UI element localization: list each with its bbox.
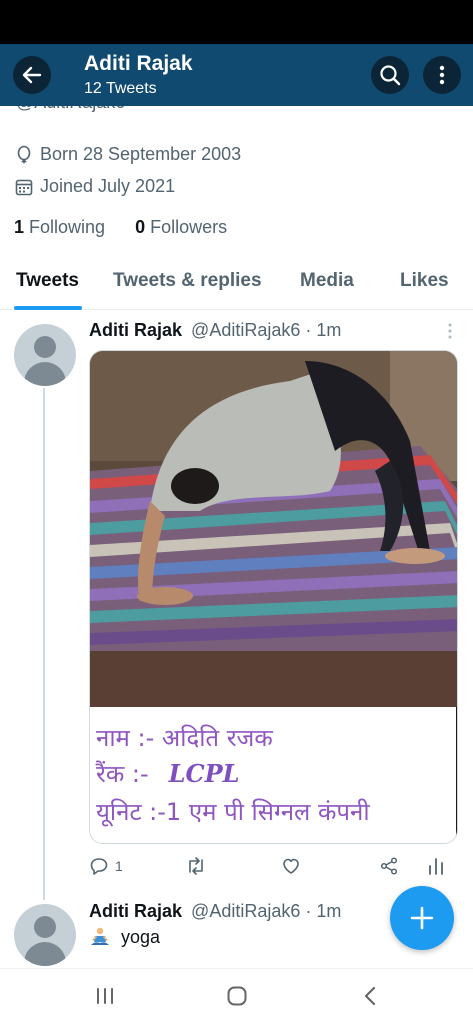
followers-label: Followers — [150, 217, 228, 237]
reply-count: 1 — [115, 858, 123, 874]
person-in-lotus-position-icon — [91, 927, 109, 945]
plus-icon — [410, 906, 434, 930]
profile-tabs: Tweets Tweets & replies Media Likes — [0, 260, 473, 310]
tweet-header: Aditi Rajak @AditiRajak6 · 1m — [89, 901, 341, 922]
search-icon — [380, 65, 401, 86]
more-vertical-icon — [439, 65, 445, 85]
tweet-time[interactable]: 1m — [316, 320, 341, 340]
tweet-text: yoga — [89, 926, 160, 948]
tweet-media[interactable]: नाम :- अदिति रजक रैंक :- LCPL यूनिट :-1 ए… — [89, 350, 458, 844]
retweet-button[interactable] — [185, 856, 207, 876]
tweet-photo-caption: नाम :- अदिति रजक रैंक :- LCPL यूनिट :-1 ए… — [90, 707, 457, 843]
caption-rank-label: रैंक :- — [96, 760, 149, 788]
tweet-time[interactable]: 1m — [316, 901, 341, 921]
analytics-button[interactable] — [427, 856, 445, 876]
following-link[interactable]: 1 Following — [14, 217, 105, 237]
tweet-author-name[interactable]: Aditi Rajak — [89, 901, 182, 921]
header-tweet-count: 12 Tweets — [84, 80, 157, 97]
balloon-icon — [17, 145, 31, 163]
birthdate-text: Born 28 September 2003 — [40, 144, 242, 164]
more-options-button[interactable] — [423, 56, 461, 94]
share-button[interactable] — [379, 856, 399, 876]
recent-apps-icon[interactable] — [94, 985, 116, 1007]
follow-stats: 1 Following 0 Followers — [14, 217, 227, 238]
back-nav-icon[interactable] — [360, 985, 382, 1007]
caption-rank-value: LCPL — [168, 759, 240, 788]
following-count: 1 — [14, 217, 25, 237]
header-title: Aditi Rajak — [84, 52, 193, 75]
tweet-author-handle[interactable]: @AditiRajak6 — [191, 901, 300, 921]
tweet-author-handle[interactable]: @AditiRajak6 — [191, 320, 300, 340]
caption-unit-line: यूनिट :-1 एम पी सिग्नल कंपनी — [96, 798, 370, 826]
avatar[interactable] — [14, 324, 76, 386]
compose-tweet-button[interactable] — [390, 886, 454, 950]
system-navigation-bar — [0, 968, 473, 1024]
retweet-icon — [189, 857, 203, 875]
like-button[interactable] — [281, 856, 301, 876]
tweet-text-content: yoga — [121, 926, 161, 947]
reply-icon — [90, 858, 108, 875]
tweet-actions: 1 — [89, 856, 459, 882]
tweet-more-icon[interactable] — [444, 322, 456, 340]
arrow-left-icon — [22, 66, 42, 84]
tab-likes[interactable]: Likes — [400, 270, 449, 292]
tab-tweets-and-replies[interactable]: Tweets & replies — [113, 270, 262, 292]
tab-tweets[interactable]: Tweets — [16, 270, 79, 292]
home-icon[interactable] — [226, 985, 248, 1007]
join-date-text: Joined July 2021 — [40, 176, 176, 196]
followers-count: 0 — [135, 217, 146, 237]
tweet-header: Aditi Rajak @AditiRajak6 · 1m — [89, 320, 341, 341]
search-button[interactable] — [371, 56, 409, 94]
tweet-author-name[interactable]: Aditi Rajak — [89, 320, 182, 340]
tweet-separator: · — [305, 320, 312, 340]
active-tab-indicator — [14, 306, 82, 310]
caption-rank-line: रैंक :- LCPL — [96, 757, 240, 790]
analytics-icon — [429, 858, 443, 875]
calendar-icon — [15, 179, 33, 195]
profile-header-bar: Aditi Rajak 12 Tweets — [0, 44, 473, 106]
heart-icon — [283, 858, 299, 874]
caption-name-line: नाम :- अदिति रजक — [96, 724, 273, 752]
avatar[interactable] — [14, 904, 76, 966]
tweet-separator: · — [305, 901, 312, 921]
followers-link[interactable]: 0 Followers — [135, 217, 227, 237]
tab-media[interactable]: Media — [300, 270, 354, 292]
thread-connector-line — [43, 388, 45, 900]
reply-button[interactable]: 1 — [89, 856, 123, 876]
following-label: Following — [29, 217, 106, 237]
back-button[interactable] — [13, 56, 51, 94]
caption-edge-bar — [456, 707, 457, 843]
profile-join-date: Joined July 2021 — [14, 176, 175, 197]
profile-birthdate: Born 28 September 2003 — [14, 144, 241, 165]
tweet-photo — [90, 351, 457, 707]
share-icon — [380, 857, 398, 875]
status-bar — [0, 0, 473, 44]
